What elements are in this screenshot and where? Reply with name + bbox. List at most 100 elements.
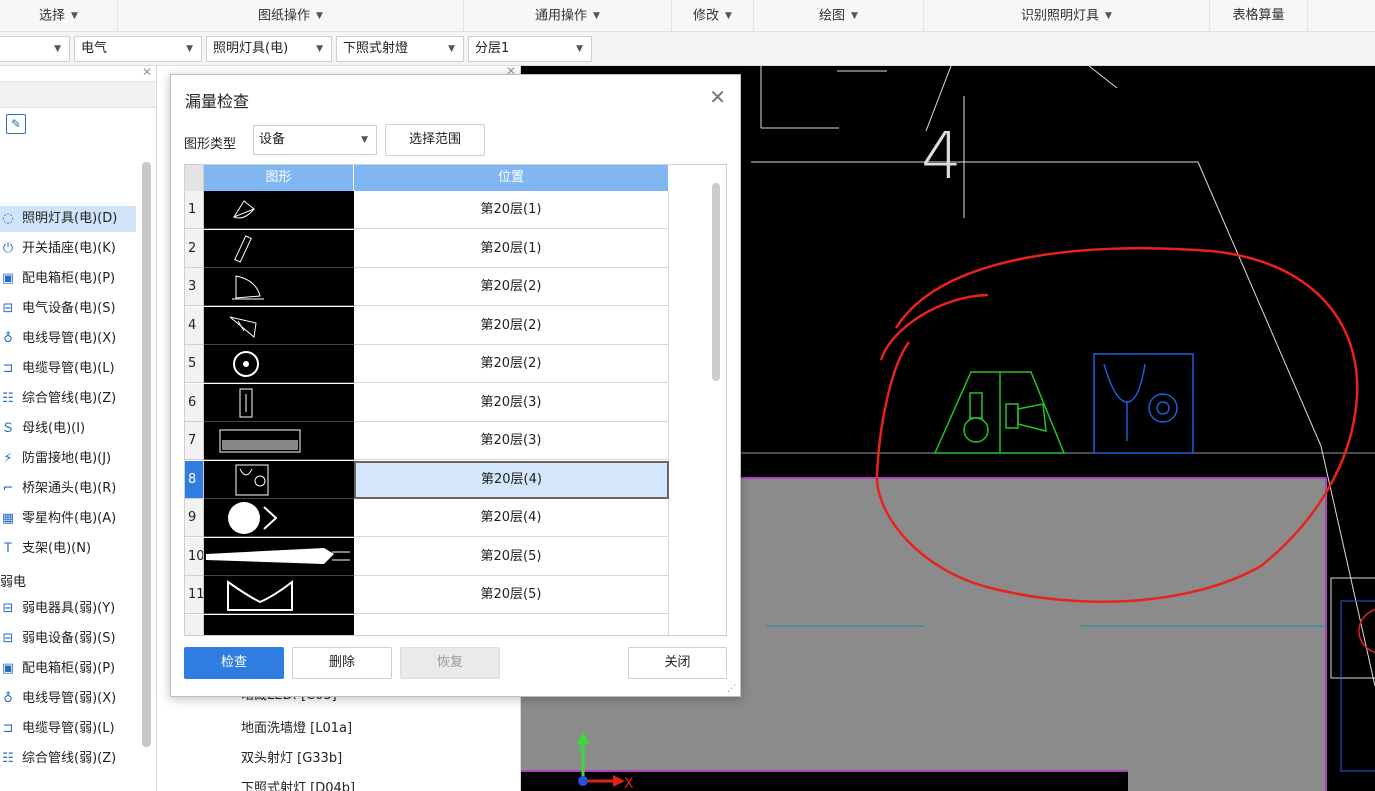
select-range-button[interactable]: 选择范围	[385, 124, 485, 156]
result-table: 图形 位置 1 第20层(1) 2 第20层(1) 3 第20层(2) 4 第20层(2) 5 第…	[184, 164, 727, 636]
tree-item-label: 防雷接地(电)(J)	[22, 451, 112, 466]
chevron-down-icon: ▼	[361, 135, 368, 145]
shape-preview	[233, 351, 259, 377]
fixture-green-rect	[969, 392, 983, 419]
fixture-blue-arc	[1103, 363, 1146, 403]
column-header-shape[interactable]: 图形	[204, 165, 354, 191]
table-corner	[185, 165, 204, 191]
tree-item[interactable]: ⊐ 电缆导管(电)(L)	[0, 356, 136, 382]
tree-category-weak[interactable]: 弱电	[0, 571, 26, 590]
chevron-down-icon: ▼	[448, 44, 455, 54]
ribbon-drawing-ops[interactable]: 图纸操作 ▼	[118, 0, 464, 32]
tree-item[interactable]: ◌ 照明灯具(电)(D)	[0, 206, 136, 232]
chevron-down-icon: ▼	[186, 44, 193, 54]
check-button[interactable]: 检查	[184, 647, 284, 679]
tree-item-label: 桥架通头(电)(R)	[22, 481, 117, 496]
shape-thumbnail	[204, 576, 354, 614]
tree-item[interactable]: ♁ 电线导管(弱)(X)	[0, 686, 136, 712]
list-item[interactable]: 双头射灯 [G33b]	[241, 747, 342, 766]
left-panel-toolbar	[0, 82, 156, 108]
column-header-location[interactable]: 位置	[354, 165, 669, 191]
location-cell: 第20层(1)	[354, 191, 669, 229]
wire-icon: ♁	[3, 331, 13, 346]
restore-button[interactable]: 恢复	[400, 647, 500, 679]
row-number: 3	[185, 268, 204, 306]
tree-item[interactable]: Ｓ 母线(电)(I)	[0, 416, 136, 442]
tree-item[interactable]: ☷ 综合管线(电)(Z)	[0, 386, 136, 412]
list-item[interactable]: 下照式射灯 [D04b]	[241, 777, 355, 791]
dialog-title: 漏量检查	[185, 92, 250, 111]
chevron-down-icon: ▼	[316, 11, 323, 21]
tree-item[interactable]: ⌐ 桥架通头(电)(R)	[0, 476, 136, 502]
selector-discipline[interactable]: 电气 ▼	[74, 36, 202, 62]
selector-component[interactable]: 下照式射燈 ▼	[336, 36, 464, 62]
shape-preview	[228, 502, 278, 534]
wire-icon: ♁	[3, 691, 13, 706]
cable-icon: ⊐	[2, 721, 14, 736]
tree-item[interactable]: ⊟ 弱电设备(弱)(S)	[0, 626, 136, 652]
tree-item-label: 电缆导管(弱)(L)	[22, 721, 115, 736]
location-cell: 第20层(5)	[354, 576, 669, 614]
shape-preview	[227, 579, 293, 611]
shape-thumbnail	[204, 191, 354, 229]
device-icon: ⊟	[2, 631, 14, 646]
tree-item[interactable]: ♁ 电线导管(电)(X)	[0, 326, 136, 352]
close-icon[interactable]: ✕	[142, 65, 152, 79]
ribbon-draw-label: 绘图	[819, 8, 846, 24]
busbar-icon: Ｓ	[1, 421, 15, 436]
ribbon-drawing-ops-label: 图纸操作	[258, 8, 311, 24]
bracket-icon: Ｔ	[1, 541, 15, 556]
tree-item[interactable]: ▣ 配电箱柜(弱)(P)	[0, 656, 136, 682]
selector-category[interactable]: 照明灯具(电) ▼	[206, 36, 332, 62]
location-cell: 第20层(1)	[354, 229, 669, 268]
ribbon-modify[interactable]: 修改 ▼	[672, 0, 754, 32]
shape-thumbnail	[204, 537, 354, 576]
shape-preview	[206, 547, 350, 564]
shape-thumbnail	[204, 460, 354, 499]
tree-item[interactable]: ⊟ 弱电器具(弱)(Y)	[0, 596, 136, 622]
axis-y-label: Y	[576, 741, 585, 756]
resize-grip-icon[interactable]: ⋰	[727, 684, 736, 694]
ribbon-recognize-lights[interactable]: 识别照明灯具 ▼	[924, 0, 1210, 32]
left-scrollbar[interactable]	[142, 162, 151, 747]
ribbon-select-label: 选择	[39, 8, 66, 24]
type-select[interactable]: 设备 ▼	[253, 125, 377, 155]
axis-origin	[578, 776, 588, 786]
tree-item[interactable]: ⏻ 开关插座(电)(K)	[0, 236, 136, 262]
ribbon-modify-label: 修改	[693, 8, 720, 24]
fixture-green-circle	[963, 417, 989, 443]
tree-item[interactable]: ☷ 综合管线(弱)(Z)	[0, 746, 136, 772]
ribbon-common-ops[interactable]: 通用操作 ▼	[464, 0, 672, 32]
tree-item[interactable]: ▦ 零星构件(电)(A)	[0, 506, 136, 532]
selector-layer[interactable]: 分层1 ▼	[468, 36, 592, 62]
shape-preview	[234, 234, 252, 263]
ribbon-draw[interactable]: 绘图 ▼	[754, 0, 924, 32]
close-icon[interactable]: ✕	[709, 85, 726, 109]
tree-item[interactable]: Ｔ 支架(电)(N)	[0, 536, 136, 562]
tree-item[interactable]: ▣ 配电箱柜(电)(P)	[0, 266, 136, 292]
shape-preview	[232, 200, 255, 219]
shape-thumbnail	[204, 499, 354, 537]
ribbon-select[interactable]: 选择 ▼	[0, 0, 118, 32]
row-number: 7	[185, 422, 204, 460]
table-scrollbar[interactable]	[712, 183, 720, 381]
edit-icon[interactable]: ✎	[6, 114, 26, 134]
ribbon-table-calc[interactable]: 表格算量	[1210, 0, 1308, 32]
list-item[interactable]: 地面洗墙燈 [L01a]	[241, 717, 352, 736]
tree-item[interactable]: ⊐ 电缆导管(弱)(L)	[0, 716, 136, 742]
tree-item-label: 电气设备(电)(S)	[22, 301, 116, 316]
fixture-blue-circle	[1148, 393, 1178, 423]
selector-component-value: 下照式射燈	[343, 41, 409, 56]
shape-thumbnail	[204, 383, 354, 422]
selector-blank[interactable]: ▼	[0, 36, 70, 62]
ribbon-table-calc-label: 表格算量	[1232, 8, 1285, 23]
close-button[interactable]: 关闭	[628, 647, 727, 679]
delete-button[interactable]: 删除	[292, 647, 392, 679]
left-panel-header: ✕	[0, 65, 156, 82]
tree-item[interactable]: ⊟ 电气设备(电)(S)	[0, 296, 136, 322]
location-cell	[354, 614, 669, 635]
tree-item[interactable]: ⚡ 防雷接地(电)(J)	[0, 446, 136, 472]
tree-item-label: 弱电器具(弱)(Y)	[22, 601, 116, 616]
location-cell: 第20层(4)	[354, 460, 669, 499]
fixture-green-head	[1017, 403, 1047, 432]
